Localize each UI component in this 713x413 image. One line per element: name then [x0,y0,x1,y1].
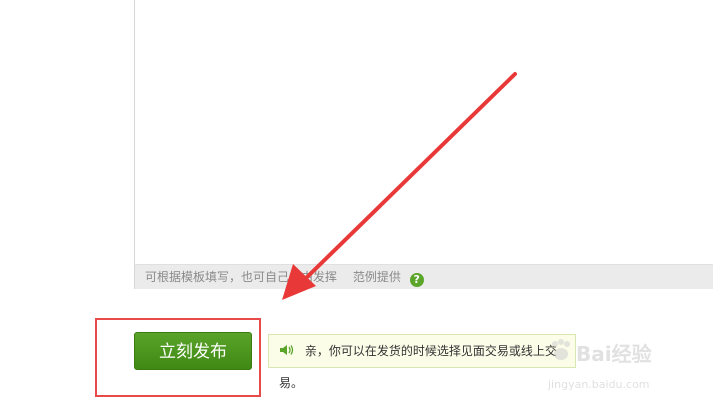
trade-tip-text: 亲，你可以在发货的时候选择见面交易或线上交易。 [279,344,557,390]
example-link[interactable]: 范例提供 [353,265,401,290]
description-editor[interactable] [134,0,713,264]
help-icon[interactable]: ? [409,273,424,287]
publish-button[interactable]: 立刻发布 [134,332,252,370]
watermark-logo: Bai经验 [576,342,652,366]
template-hint: 可根据模板填写，也可自己自由发挥 [145,270,338,284]
trade-tip: 亲，你可以在发货的时候选择见面交易或线上交易。 [268,334,576,390]
speaker-icon [280,345,294,355]
watermark-url: jingyan.baidu.com [548,378,650,391]
editor-footer: 可根据模板填写，也可自己自由发挥 范例提供 ? [134,264,713,289]
